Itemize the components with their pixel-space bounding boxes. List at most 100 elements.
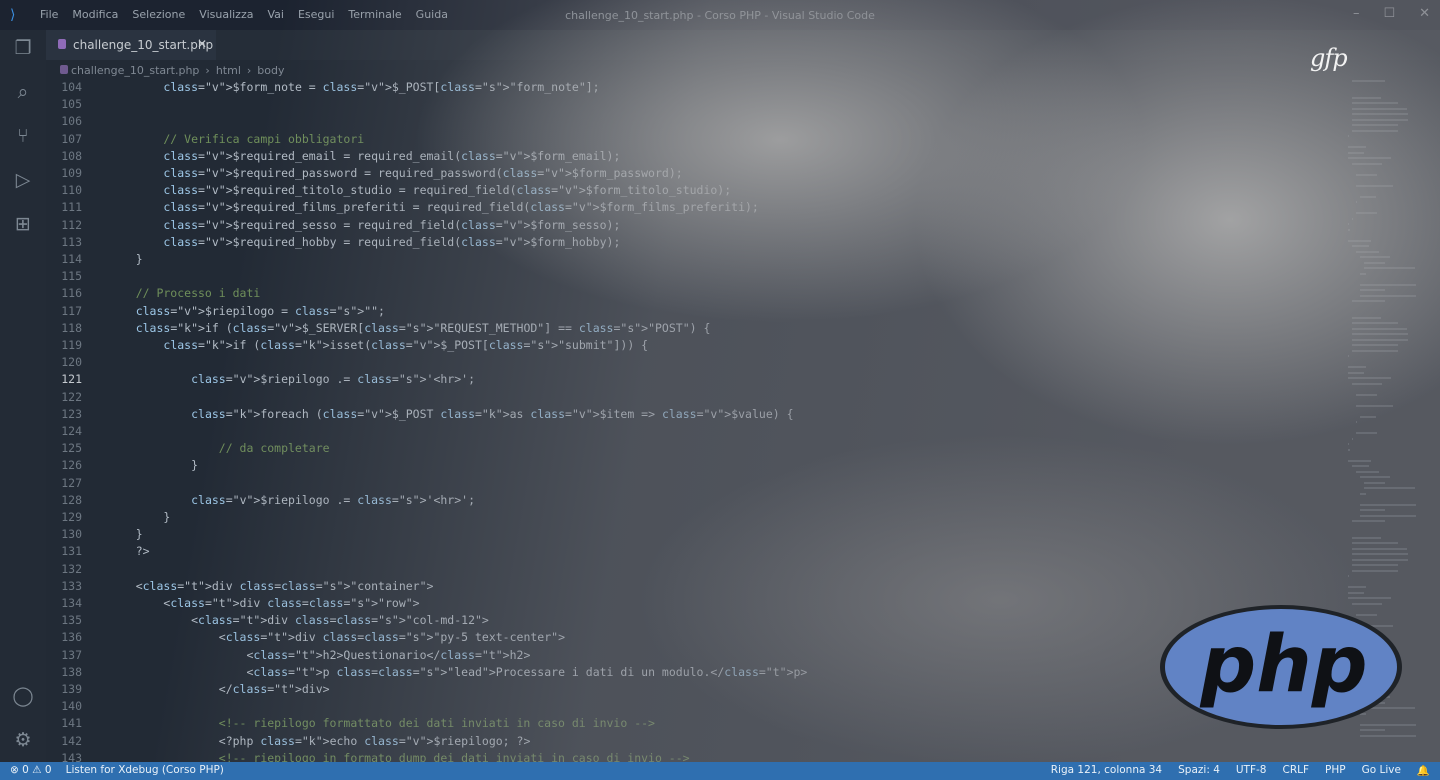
code-text: class="k">if (class="v">$_SERVER[class="… bbox=[135, 320, 711, 335]
code-line[interactable]: 118 class="k">if (class="v">$_SERVER[cla… bbox=[46, 320, 1346, 337]
line-number: 138 bbox=[61, 664, 82, 679]
line-number: 116 bbox=[61, 286, 82, 301]
code-line[interactable]: 108 class="v">$required_email = required… bbox=[46, 148, 1346, 165]
code-line[interactable]: 142 <?php class="k">echo class="v">$riep… bbox=[46, 733, 1346, 750]
tab-challenge-10-start[interactable]: challenge_10_start.php ✕ bbox=[46, 30, 216, 60]
minimap-line bbox=[1360, 476, 1390, 478]
code-line[interactable]: 104 class="v">$form_note = class="v">$_P… bbox=[46, 79, 1346, 96]
code-line[interactable]: 107 // Verifica campi obbligatori bbox=[46, 131, 1346, 148]
run-debug-icon[interactable]: ▷ bbox=[11, 168, 35, 192]
line-number: 135 bbox=[61, 613, 82, 628]
account-icon[interactable]: ◯ bbox=[11, 684, 35, 708]
minimap-line bbox=[1352, 107, 1407, 110]
code-line[interactable]: 138 <class="t">p class=class="s">"lead">… bbox=[46, 664, 1346, 681]
code-line[interactable]: 132 bbox=[46, 561, 1346, 578]
line-number: 131 bbox=[61, 544, 82, 559]
code-line[interactable]: 134 <class="t">div class=class="s">"row"… bbox=[46, 595, 1346, 612]
code-line[interactable]: 105 bbox=[46, 96, 1346, 113]
breadcrumb-file[interactable]: challenge_10_start.php bbox=[60, 64, 199, 77]
maximize-icon[interactable]: ☐ bbox=[1383, 6, 1395, 21]
line-number: 140 bbox=[61, 699, 82, 714]
code-line[interactable]: 106 bbox=[46, 113, 1346, 130]
php-file-icon bbox=[58, 39, 66, 49]
code-line[interactable]: 111 class="v">$required_films_preferiti … bbox=[46, 199, 1346, 216]
minimap-line bbox=[1352, 553, 1408, 555]
code-line[interactable]: 130 } bbox=[46, 526, 1346, 543]
extensions-icon[interactable]: ⊞ bbox=[11, 212, 35, 236]
code-line[interactable]: 133 <class="t">div class=class="s">"cont… bbox=[46, 578, 1346, 595]
code-line[interactable]: 113 class="v">$required_hobby = required… bbox=[46, 234, 1346, 251]
code-line[interactable]: 136 <class="t">div class=class="s">"py-5… bbox=[46, 629, 1346, 646]
code-line[interactable]: 143 <!-- riepilogo in formato dump dei d… bbox=[46, 750, 1346, 762]
code-line[interactable]: 121 class="v">$riepilogo .= class="s">'<… bbox=[46, 371, 1346, 388]
code-line[interactable]: 112 class="v">$required_sesso = required… bbox=[46, 217, 1346, 234]
status-position[interactable]: Riga 121, colonna 34 bbox=[1051, 764, 1162, 777]
line-number: 109 bbox=[61, 166, 82, 180]
code-line[interactable]: 127 bbox=[46, 475, 1346, 492]
minimap-line bbox=[1348, 591, 1364, 594]
line-number: 142 bbox=[61, 733, 82, 748]
line-number: 136 bbox=[61, 630, 82, 645]
code-line[interactable]: 141 <!-- riepilogo formattato dei dati i… bbox=[46, 715, 1346, 732]
code-line[interactable]: 128 class="v">$riepilogo .= class="s">'<… bbox=[46, 492, 1346, 509]
code-line[interactable]: 120 bbox=[46, 354, 1346, 371]
breadcrumb-body[interactable]: body bbox=[257, 64, 284, 77]
code-line[interactable]: 115 bbox=[46, 268, 1346, 285]
minimap-line bbox=[1360, 289, 1385, 291]
code-line[interactable]: 116 // Processo i dati bbox=[46, 285, 1346, 302]
code-line[interactable]: 122 bbox=[46, 389, 1346, 406]
code-line[interactable]: 126 } bbox=[46, 457, 1346, 474]
status-eol[interactable]: CRLF bbox=[1282, 764, 1309, 777]
php-logo: php bbox=[1160, 605, 1402, 729]
code-text: <class="t">div class=class="s">"row"> bbox=[108, 596, 420, 610]
code-text: <!-- riepilogo formattato dei dati invia… bbox=[108, 716, 655, 731]
code-editor[interactable]: 104 class="v">$form_note = class="v">$_P… bbox=[46, 79, 1346, 762]
code-line[interactable]: 125 // da completare bbox=[46, 440, 1346, 457]
settings-gear-icon[interactable]: ⚙ bbox=[11, 728, 35, 752]
code-line[interactable]: 117 class="v">$riepilogo = class="s">""; bbox=[46, 303, 1346, 320]
breadcrumb-html[interactable]: html bbox=[216, 64, 241, 77]
notifications-bell-icon[interactable]: 🔔 bbox=[1417, 764, 1430, 777]
explorer-icon[interactable]: ❐ bbox=[11, 36, 35, 60]
code-text: <class="t">h2>Questionario</class="t">h2… bbox=[108, 647, 531, 662]
minimap-line bbox=[1348, 157, 1391, 159]
code-line[interactable]: 131 ?> bbox=[46, 543, 1346, 560]
search-icon[interactable]: ⌕ bbox=[11, 80, 35, 104]
tab-close-icon[interactable]: ✕ bbox=[197, 37, 207, 51]
code-line[interactable]: 114 } bbox=[46, 251, 1346, 268]
minimap-line bbox=[1348, 151, 1364, 154]
line-number: 121 bbox=[61, 372, 82, 387]
code-line[interactable]: 135 <class="t">div class=class="s">"col-… bbox=[46, 612, 1346, 629]
code-line[interactable]: 119 class="k">if (class="k">isset(class=… bbox=[46, 337, 1346, 354]
status-xdebug[interactable]: Listen for Xdebug (Corso PHP) bbox=[66, 764, 224, 776]
minimap-line bbox=[1356, 470, 1379, 473]
code-line[interactable]: 129 } bbox=[46, 509, 1346, 526]
status-errors[interactable]: ⊗ 0 ⚠ 0 bbox=[10, 764, 52, 776]
minimap-line bbox=[1360, 734, 1416, 737]
minimap-line bbox=[1356, 250, 1379, 253]
code-line[interactable]: 140 bbox=[46, 698, 1346, 715]
code-line[interactable]: 139 </class="t">div> bbox=[46, 681, 1346, 698]
minimap-line bbox=[1352, 124, 1398, 126]
close-window-icon[interactable]: ✕ bbox=[1419, 6, 1430, 21]
code-line[interactable]: 109 class="v">$required_password = requi… bbox=[46, 165, 1346, 182]
status-golive[interactable]: Go Live bbox=[1362, 764, 1401, 777]
minimap-line bbox=[1352, 349, 1398, 352]
code-text: class="v">$required_hobby = required_fie… bbox=[163, 234, 621, 249]
status-encoding[interactable]: UTF-8 bbox=[1236, 764, 1267, 777]
minimize-icon[interactable]: – bbox=[1353, 6, 1360, 21]
code-line[interactable]: 137 <class="t">h2>Questionario</class="t… bbox=[46, 647, 1346, 664]
code-line[interactable]: 124 bbox=[46, 423, 1346, 440]
status-language[interactable]: PHP bbox=[1325, 764, 1346, 777]
minimap-line bbox=[1352, 520, 1385, 522]
php-logo-text: php bbox=[1199, 620, 1367, 710]
code-line[interactable]: 110 class="v">$required_titolo_studio = … bbox=[46, 182, 1346, 199]
minimap-line bbox=[1348, 135, 1349, 137]
line-number: 115 bbox=[61, 269, 82, 284]
status-spaces[interactable]: Spazi: 4 bbox=[1178, 764, 1220, 777]
code-text: class="k">if (class="k">isset(class="v">… bbox=[163, 338, 649, 352]
minimap-line bbox=[1352, 162, 1382, 165]
source-control-icon[interactable]: ⑂ bbox=[11, 124, 35, 148]
code-line[interactable]: 123 class="k">foreach (class="v">$_POST … bbox=[46, 406, 1346, 423]
line-number: 124 bbox=[61, 424, 82, 438]
